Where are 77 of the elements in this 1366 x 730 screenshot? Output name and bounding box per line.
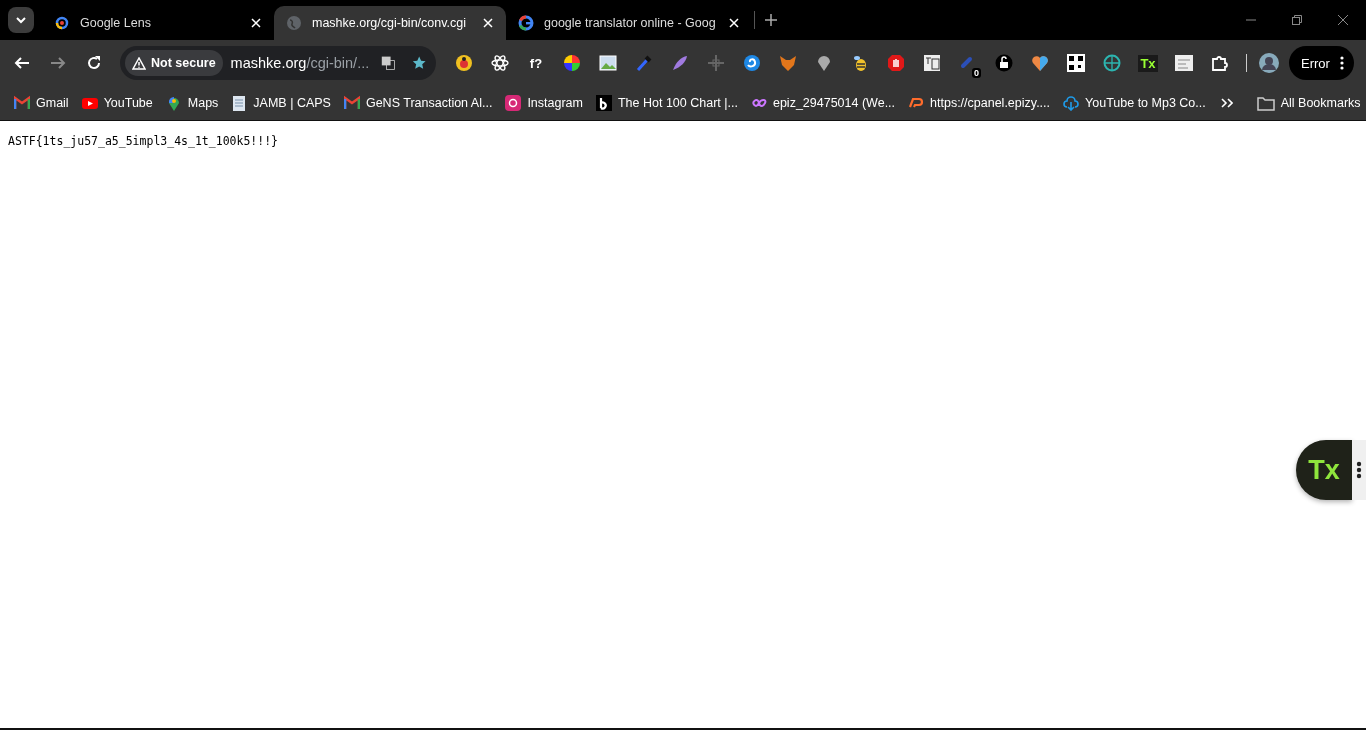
- person-silhouette-icon: [1259, 53, 1279, 73]
- b-letter-icon: [596, 95, 612, 111]
- bookmark-link[interactable]: Maps: [159, 90, 225, 116]
- cloud-download-icon: [1063, 95, 1080, 111]
- profile-error-button[interactable]: Error: [1289, 46, 1354, 80]
- qr-code-icon: [1067, 54, 1085, 72]
- tab-title: Google Lens: [80, 16, 152, 30]
- browser-tab[interactable]: google translator online - Goog: [506, 6, 752, 40]
- pin-icon: [815, 54, 833, 72]
- sketch-icon: [1175, 54, 1193, 72]
- more-vertical-icon: [1356, 461, 1362, 479]
- more-vertical-icon: [1339, 56, 1344, 70]
- bookmark-link[interactable]: Instagram: [499, 90, 589, 116]
- count-badge: 0: [972, 68, 981, 78]
- plus-icon: [764, 14, 777, 26]
- bee-icon: [851, 54, 869, 72]
- hand-stop-icon: [887, 54, 905, 72]
- globe-icon: [286, 15, 302, 31]
- drag-handle[interactable]: [1352, 440, 1366, 500]
- tab-title: mashke.org/cgi-bin/conv.cgi: [312, 16, 467, 30]
- bookmark-link[interactable]: GeNS Transaction Al...: [337, 90, 499, 116]
- web-icon: [1103, 54, 1121, 72]
- translate-icon: [923, 54, 941, 72]
- bookmark-link[interactable]: YouTube to Mp3 Co...: [1057, 90, 1212, 116]
- address-bar[interactable]: Not secure mashke.org/cgi-bin/...: [120, 46, 436, 80]
- double-chevron-icon: [1220, 97, 1233, 109]
- close-icon: [728, 18, 739, 28]
- extensions-icon: [1211, 54, 1229, 72]
- arrow-left-icon: [14, 55, 30, 71]
- close-icon: [251, 18, 261, 28]
- atom-icon: [491, 54, 509, 72]
- play-icon: [81, 95, 98, 111]
- gmail-icon: [343, 95, 360, 111]
- feather-icon: [671, 54, 689, 72]
- profile-avatar[interactable]: [1257, 51, 1281, 75]
- camera-icon: [505, 95, 522, 111]
- extension-button[interactable]: 0: [950, 48, 986, 78]
- move-icon: [707, 54, 725, 72]
- page-text: ASTF{1ts_ju57_a5_5impl3_4s_1t_100k5!!!}: [7, 133, 280, 150]
- bookmark-link[interactable]: https://cpanel.epizy....: [902, 90, 1057, 116]
- floating-widget-button[interactable]: Tx: [1296, 440, 1352, 500]
- tab-title: google translator online - Goog: [544, 16, 716, 30]
- bookmark-link[interactable]: epiz_29475014 (We...: [744, 90, 902, 116]
- gmail-icon: [14, 95, 30, 111]
- tab-search-button[interactable]: [8, 7, 34, 33]
- swirl-icon: [743, 54, 761, 72]
- google-logo-icon: [518, 15, 534, 31]
- document-icon: [231, 95, 248, 111]
- heart-icon: [1031, 54, 1049, 72]
- image-icon: [599, 54, 617, 72]
- lock-icon: [995, 54, 1013, 72]
- reload-icon: [86, 55, 102, 71]
- eyedropper-icon: [635, 54, 653, 72]
- color-wheel-icon: [563, 54, 581, 72]
- folder-icon: [1256, 95, 1275, 111]
- chevron-down-icon: [15, 14, 27, 26]
- bookmark-link[interactable]: The Hot 100 Chart |...: [590, 90, 744, 116]
- translate-icon[interactable]: [381, 54, 396, 72]
- all-bookmarks-button[interactable]: All Bookmarks: [1250, 90, 1366, 116]
- star-icon[interactable]: [411, 54, 426, 72]
- bookmark-link[interactable]: JAMB | CAPS: [225, 90, 337, 116]
- ladybug-icon: [455, 54, 473, 72]
- restore-icon: [1292, 15, 1302, 25]
- security-chip[interactable]: Not secure: [125, 50, 223, 76]
- browser-tab[interactable]: Google Lens: [42, 6, 274, 40]
- extension-button[interactable]: f?: [518, 48, 554, 78]
- bookmark-link[interactable]: Gmail: [8, 90, 75, 116]
- browser-tab[interactable]: mashke.org/cgi-bin/conv.cgi: [274, 6, 506, 40]
- arrow-right-icon: [50, 55, 66, 71]
- url-text: mashke.org/cgi-bin/...: [230, 55, 370, 71]
- extension-button[interactable]: Tx: [1130, 48, 1166, 78]
- warning-icon: [132, 56, 146, 70]
- close-icon: [1338, 15, 1348, 25]
- fox-icon: [779, 54, 797, 72]
- bookmark-link[interactable]: YouTube: [75, 90, 159, 116]
- lens-icon: [54, 15, 70, 31]
- close-icon: [483, 18, 493, 28]
